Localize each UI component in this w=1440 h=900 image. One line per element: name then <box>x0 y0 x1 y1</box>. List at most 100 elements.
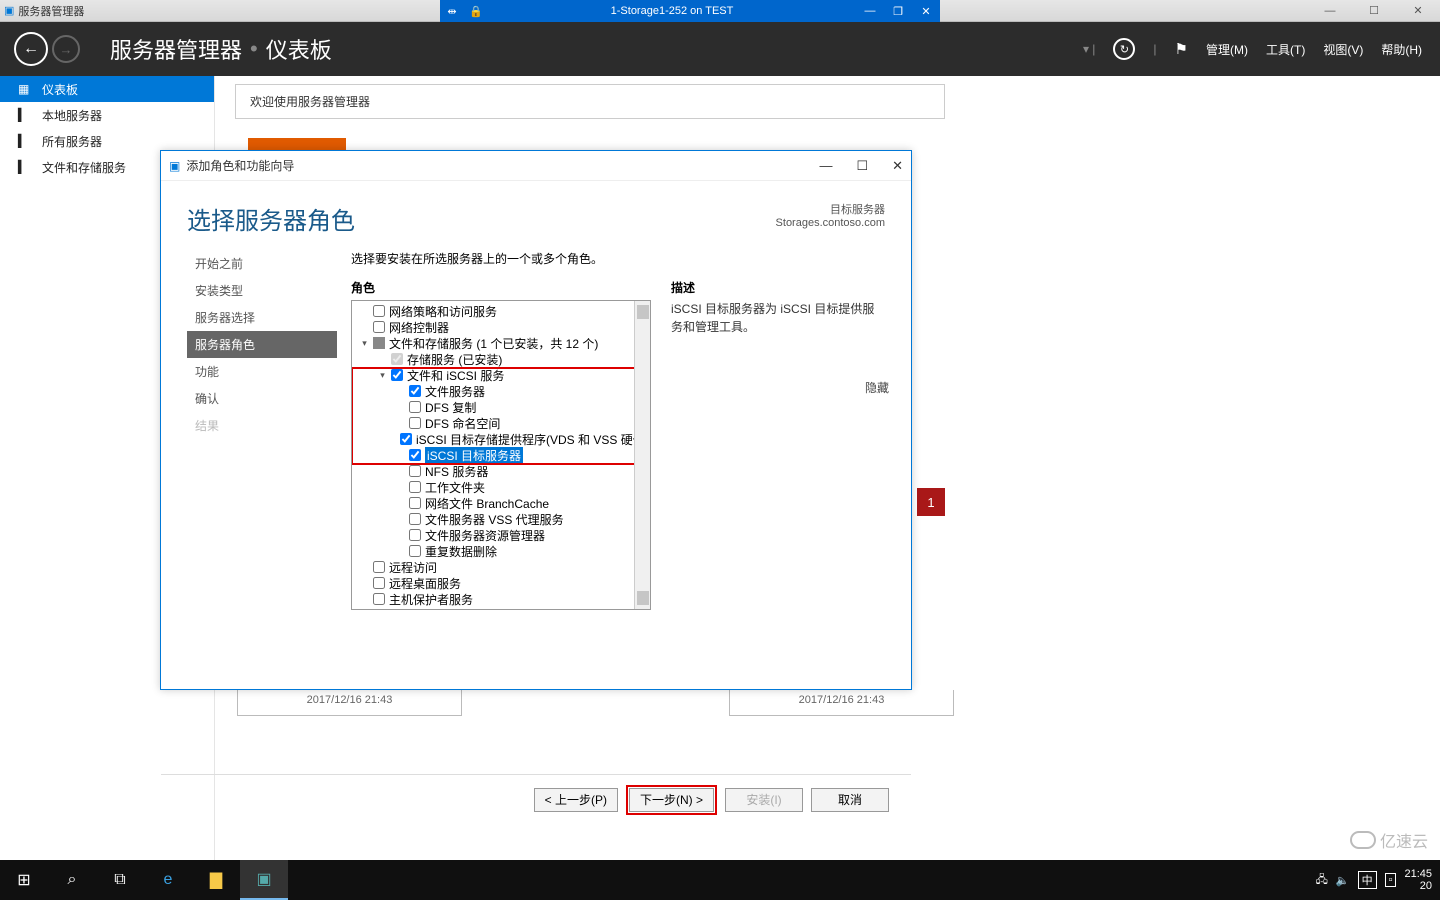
nav-item[interactable]: ▍ 本地服务器 <box>0 102 214 128</box>
server-manager-taskbar-icon[interactable]: ▣ <box>240 860 288 900</box>
checkbox[interactable] <box>373 305 385 317</box>
role-row[interactable]: 工作文件夹 <box>356 479 646 495</box>
wizard-step[interactable]: 服务器角色 <box>187 331 337 358</box>
desc-text: iSCSI 目标服务器为 iSCSI 目标提供服务和管理工具。 <box>671 300 885 336</box>
role-row[interactable]: 存储服务 (已安装) <box>356 351 646 367</box>
checkbox[interactable] <box>400 433 412 445</box>
wizard-step[interactable]: 功能 <box>187 358 337 385</box>
checkbox[interactable] <box>373 593 385 605</box>
nav-forward-button[interactable]: → <box>52 35 80 63</box>
wizard-step[interactable]: 确认 <box>187 385 337 412</box>
wizard-step[interactable]: 服务器选择 <box>187 304 337 331</box>
outer-maximize-button[interactable]: ☐ <box>1352 0 1396 22</box>
refresh-icon[interactable]: ↻ <box>1113 38 1135 60</box>
role-row[interactable]: DFS 命名空间 <box>356 415 646 431</box>
nav-label: 本地服务器 <box>42 107 102 124</box>
roles-tree[interactable]: 网络策略和访问服务网络控制器 ▾ 文件和存储服务 (1 个已安装，共 12 个)存储… <box>351 300 651 610</box>
role-row[interactable]: 文件服务器资源管理器 <box>356 527 646 543</box>
scroll-down-icon[interactable] <box>637 591 649 605</box>
outer-minimize-button[interactable]: — <box>1308 0 1352 22</box>
expand-icon[interactable]: ▾ <box>360 338 369 349</box>
tray-volume-icon[interactable]: 🔈 <box>1336 874 1350 887</box>
search-icon[interactable]: ⌕ <box>48 860 96 900</box>
role-row[interactable]: 网络文件 BranchCache <box>356 495 646 511</box>
scroll-up-icon[interactable] <box>637 305 649 319</box>
role-row[interactable]: iSCSI 目标存储提供程序(VDS 和 VSS 硬件提供 <box>356 431 646 447</box>
checkbox[interactable] <box>409 545 421 557</box>
prev-button[interactable]: < 上一步(P) <box>534 788 618 812</box>
role-label: 网络策略和访问服务 <box>389 303 497 320</box>
role-row[interactable]: ▾ 文件和存储服务 (1 个已安装，共 12 个) <box>356 335 646 351</box>
vm-minimize-button[interactable]: — <box>856 5 884 18</box>
role-row[interactable]: 网络控制器 <box>356 319 646 335</box>
checkbox[interactable] <box>409 481 421 493</box>
alert-badge[interactable]: 1 <box>917 488 945 516</box>
wizard-step[interactable]: 安装类型 <box>187 277 337 304</box>
explorer-icon[interactable]: ▇ <box>192 860 240 900</box>
nav-item[interactable]: ▦仪表板 <box>0 76 214 102</box>
wizard-maximize-button[interactable]: ☐ <box>856 158 868 174</box>
breadcrumb: 服务器管理器 • 仪表板 <box>110 33 332 65</box>
expand-icon[interactable]: ▾ <box>378 370 387 381</box>
menu-help[interactable]: 帮助(H) <box>1381 41 1422 58</box>
checkbox[interactable] <box>409 449 421 461</box>
scrollbar[interactable] <box>634 301 650 609</box>
menu-tools[interactable]: 工具(T) <box>1266 41 1305 58</box>
menu-view[interactable]: 视图(V) <box>1323 41 1363 58</box>
wizard-step[interactable]: 开始之前 <box>187 250 337 277</box>
vm-connection-bar: ⇹ 🔒 1-Storage1-252 on TEST — ❐ ✕ <box>440 0 940 22</box>
task-view-icon[interactable]: ⧉ <box>96 860 144 900</box>
tray-ime[interactable]: 中 <box>1358 871 1377 889</box>
checkbox[interactable] <box>409 465 421 477</box>
role-row[interactable]: 远程访问 <box>356 559 646 575</box>
tray-time[interactable]: 21:45 <box>1404 868 1432 880</box>
role-row[interactable]: iSCSI 目标服务器 <box>356 447 646 463</box>
nav-icon: ▦ <box>18 82 32 96</box>
checkbox[interactable] <box>409 385 421 397</box>
checkbox[interactable] <box>409 529 421 541</box>
wizard-minimize-button[interactable]: — <box>819 158 832 174</box>
ie-icon[interactable]: e <box>144 860 192 900</box>
nav-icon: ▍ <box>18 108 32 122</box>
checkbox[interactable] <box>391 369 403 381</box>
checkbox[interactable] <box>373 561 385 573</box>
menu-manage[interactable]: 管理(M) <box>1206 41 1248 58</box>
cancel-button[interactable]: 取消 <box>811 788 889 812</box>
role-row[interactable]: DFS 复制 <box>356 399 646 415</box>
vm-close-button[interactable]: ✕ <box>912 5 940 18</box>
nav-icon: ▍ <box>18 160 32 174</box>
checkbox-partial-icon[interactable] <box>373 337 385 349</box>
start-button[interactable]: ⊞ <box>0 860 48 900</box>
vm-lock-icon[interactable]: 🔒 <box>464 5 488 18</box>
role-row[interactable]: ▾文件和 iSCSI 服务 <box>356 367 646 383</box>
tray-network-icon[interactable]: 🖧 <box>1316 871 1328 890</box>
role-row[interactable]: NFS 服务器 <box>356 463 646 479</box>
checkbox[interactable] <box>373 321 385 333</box>
notifications-flag-icon[interactable]: ⚑ <box>1175 40 1188 58</box>
hide-link[interactable]: 隐藏 <box>865 379 889 396</box>
role-row[interactable]: 文件服务器 VSS 代理服务 <box>356 511 646 527</box>
vm-restore-button[interactable]: ❐ <box>884 5 912 18</box>
vm-pin-icon[interactable]: ⇹ <box>440 5 464 18</box>
checkbox[interactable] <box>409 513 421 525</box>
role-label: 文件和存储服务 (1 个已安装，共 12 个) <box>389 335 598 352</box>
next-button[interactable]: 下一步(N) > <box>629 788 714 812</box>
checkbox[interactable] <box>409 417 421 429</box>
role-row[interactable]: 重复数据删除 <box>356 543 646 559</box>
add-roles-wizard: ▣ 添加角色和功能向导 — ☐ ✕ 选择服务器角色 目标服务器 Storages… <box>160 150 912 690</box>
checkbox[interactable] <box>373 577 385 589</box>
nav-back-button[interactable]: ← <box>14 32 48 66</box>
role-row[interactable]: 远程桌面服务 <box>356 575 646 591</box>
wizard-close-button[interactable]: ✕ <box>892 158 903 174</box>
dropdown-icon[interactable]: ▾ | <box>1083 42 1095 56</box>
checkbox[interactable] <box>409 497 421 509</box>
role-row[interactable]: 文件服务器 <box>356 383 646 399</box>
role-row[interactable]: 主机保护者服务 <box>356 591 646 607</box>
tray-date[interactable]: 20 <box>1404 880 1432 892</box>
roles-header: 角色 <box>351 279 651 296</box>
wizard-titlebar[interactable]: ▣ 添加角色和功能向导 — ☐ ✕ <box>161 151 911 181</box>
outer-close-button[interactable]: ✕ <box>1396 0 1440 22</box>
nav-label: 所有服务器 <box>42 133 102 150</box>
checkbox[interactable] <box>409 401 421 413</box>
role-row[interactable]: 网络策略和访问服务 <box>356 303 646 319</box>
